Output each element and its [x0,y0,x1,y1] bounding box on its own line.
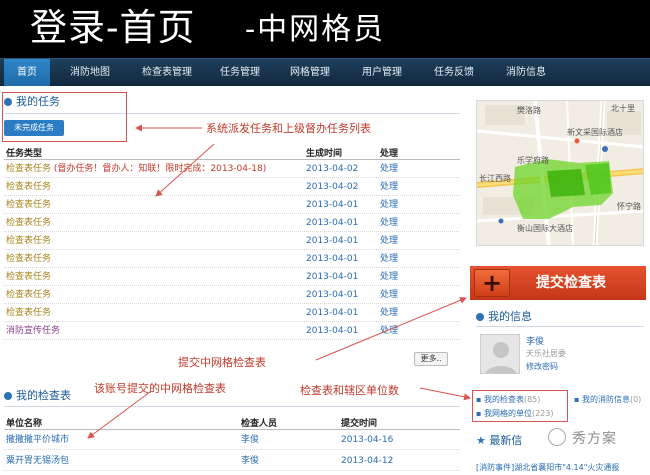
page-content: 我的任务 未完成任务 任务类型 生成时间 处理 检查表任务 (督办任务！督办人：… [0,86,650,475]
nav-task-feedback[interactable]: 任务反馈 [426,59,482,87]
nav-home[interactable]: 首页 [4,59,50,87]
nav-checklist-mgmt[interactable]: 检查表管理 [134,59,200,87]
main-nav: 首页 消防地图 检查表管理 任务管理 网格管理 用户管理 任务反馈 消防信息 [0,58,650,87]
nav-fire-info[interactable]: 消防信息 [498,59,554,87]
slide-banner: 登录-首页 -中网格员 [0,0,650,58]
annotation-arrows [87,124,471,439]
nav-grid-mgmt[interactable]: 网格管理 [282,59,338,87]
slide-subtitle: -中网格员 [245,12,386,47]
nav-task-mgmt[interactable]: 任务管理 [212,59,268,87]
nav-user-mgmt[interactable]: 用户管理 [354,59,410,87]
slide-title: 登录-首页 [30,6,196,49]
nav-fire-map[interactable]: 消防地图 [60,59,120,87]
